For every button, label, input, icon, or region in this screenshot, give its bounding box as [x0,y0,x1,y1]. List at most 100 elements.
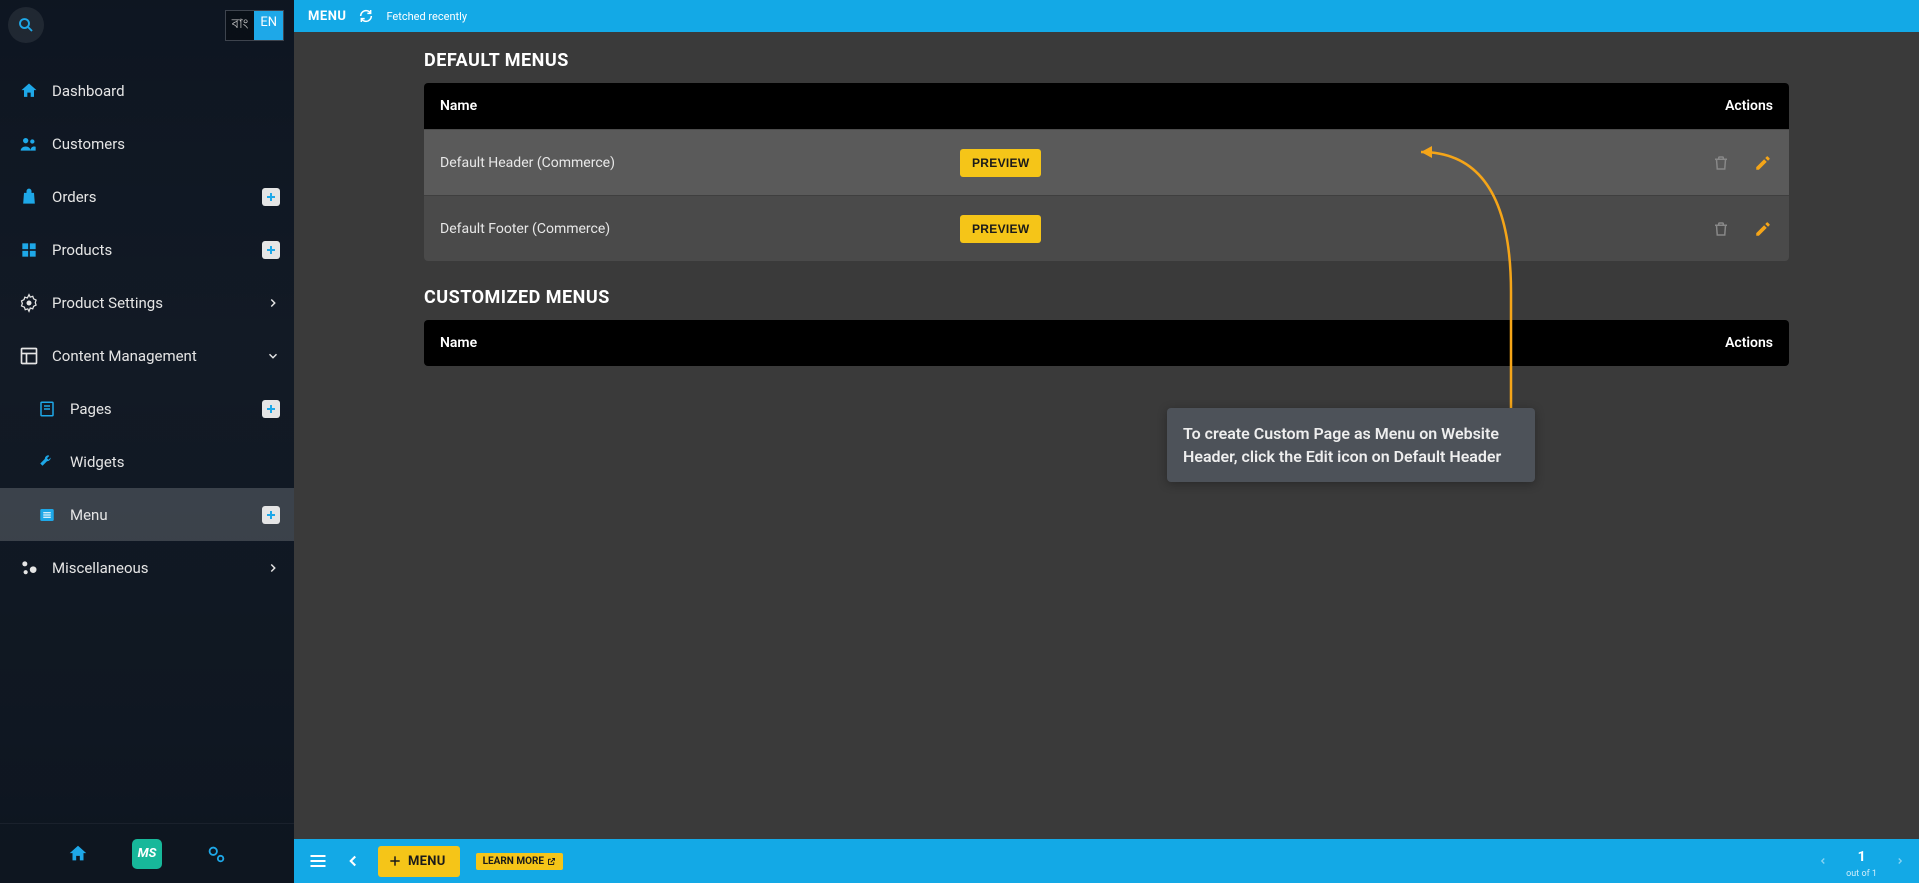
pager-prev[interactable] [1818,856,1828,866]
sidebar: বাং EN Dashboard Customers Orders Produc… [0,0,294,883]
fetch-status: Fetched recently [386,10,467,23]
add-icon[interactable] [262,188,280,206]
home-icon [18,80,40,102]
pager-total: out of 1 [1846,870,1877,879]
section-customized-menus: CUSTOMIZED MENUS [424,287,1789,308]
row-name: Default Header (Commerce) [440,155,960,171]
learn-more-label: LEARN MORE [483,856,544,867]
col-name: Name [440,335,1703,351]
sidebar-item-label: Miscellaneous [52,559,149,577]
refresh-icon [358,8,374,24]
gears-icon [205,843,227,865]
search-icon [17,16,35,34]
trash-icon [1712,220,1730,238]
col-name: Name [440,98,1703,114]
table-row: Default Header (Commerce) PREVIEW [424,129,1789,195]
footer-home-button[interactable] [64,840,92,868]
sidebar-item-label: Content Management [52,347,197,365]
edit-button[interactable] [1753,153,1773,173]
sidebar-item-label: Menu [70,506,108,524]
add-icon[interactable] [262,506,280,524]
instruction-tooltip: To create Custom Page as Menu on Website… [1167,408,1535,482]
search-button[interactable] [8,7,44,43]
sidebar-item-miscellaneous[interactable]: Miscellaneous [0,541,294,594]
pager-next[interactable] [1895,856,1905,866]
chevron-left-icon [1818,856,1828,866]
learn-more-button[interactable]: LEARN MORE [476,853,563,870]
lang-bn[interactable]: বাং [226,11,255,40]
lang-en[interactable]: EN [254,11,283,40]
add-icon[interactable] [262,400,280,418]
table-header: Name Actions [424,83,1789,129]
default-menus-table: Name Actions Default Header (Commerce) P… [424,83,1789,261]
col-actions: Actions [1703,335,1773,351]
chevron-down-icon [266,349,280,363]
tools-icon [36,451,58,473]
delete-button[interactable] [1711,219,1731,239]
list-icon [36,504,58,526]
preview-button[interactable]: PREVIEW [960,215,1041,243]
pager-current: 1 [1858,850,1866,864]
sidebar-item-customers[interactable]: Customers [0,117,294,170]
sidebar-item-label: Product Settings [52,294,163,312]
people-icon [18,133,40,155]
preview-button[interactable]: PREVIEW [960,149,1041,177]
back-button[interactable] [344,852,362,870]
row-name: Default Footer (Commerce) [440,221,960,237]
sidebar-item-menu[interactable]: Menu [0,488,294,541]
page-icon [36,398,58,420]
sidebar-item-dashboard[interactable]: Dashboard [0,64,294,117]
add-icon[interactable] [262,241,280,259]
table-row: Default Footer (Commerce) PREVIEW [424,195,1789,261]
bag-icon [18,186,40,208]
chevron-left-icon [344,852,362,870]
edit-button[interactable] [1753,219,1773,239]
hamburger-button[interactable] [308,851,328,871]
sidebar-footer: MS [0,823,294,883]
plus-icon [388,854,402,868]
pencil-icon [1754,154,1772,172]
sidebar-item-content-management[interactable]: Content Management [0,329,294,382]
pager: 1 out of 1 [1818,850,1905,873]
misc-icon [18,557,40,579]
sidebar-item-label: Products [52,241,112,259]
home-icon [67,843,89,865]
sidebar-item-label: Orders [52,188,97,206]
chevron-right-icon [266,296,280,310]
sidebar-item-orders[interactable]: Orders [0,170,294,223]
boxes-icon [18,239,40,261]
pencil-icon [1754,220,1772,238]
layout-icon [18,345,40,367]
sidebar-nav: Dashboard Customers Orders Products Prod… [0,50,294,823]
sidebar-item-product-settings[interactable]: Product Settings [0,276,294,329]
add-menu-label: MENU [408,854,446,869]
sidebar-item-label: Pages [70,400,112,418]
sidebar-item-widgets[interactable]: Widgets [0,435,294,488]
section-default-menus: DEFAULT MENUS [424,50,1789,71]
trash-icon [1712,154,1730,172]
menu-icon [308,851,328,871]
table-header: Name Actions [424,320,1789,366]
language-toggle: বাং EN [225,10,284,41]
chevron-right-icon [1895,856,1905,866]
page-title: MENU [308,9,346,24]
chevron-right-icon [266,561,280,575]
col-actions: Actions [1703,98,1773,114]
footer-settings-button[interactable] [202,840,230,868]
gear-icon [18,292,40,314]
delete-button[interactable] [1711,153,1731,173]
sidebar-item-label: Dashboard [52,82,125,100]
bottom-bar: MENU LEARN MORE 1 out of 1 [294,839,1919,883]
sidebar-item-label: Customers [52,135,125,153]
top-bar: MENU Fetched recently [294,0,1919,32]
add-menu-button[interactable]: MENU [378,846,460,877]
refresh-button[interactable] [358,8,374,24]
sidebar-top: বাং EN [0,0,294,50]
footer-ms-button[interactable]: MS [132,839,162,869]
pager-info: 1 out of 1 [1846,850,1877,873]
sidebar-item-label: Widgets [70,453,124,471]
sidebar-item-products[interactable]: Products [0,223,294,276]
customized-menus-table: Name Actions [424,320,1789,366]
external-link-icon [547,857,556,866]
sidebar-item-pages[interactable]: Pages [0,382,294,435]
